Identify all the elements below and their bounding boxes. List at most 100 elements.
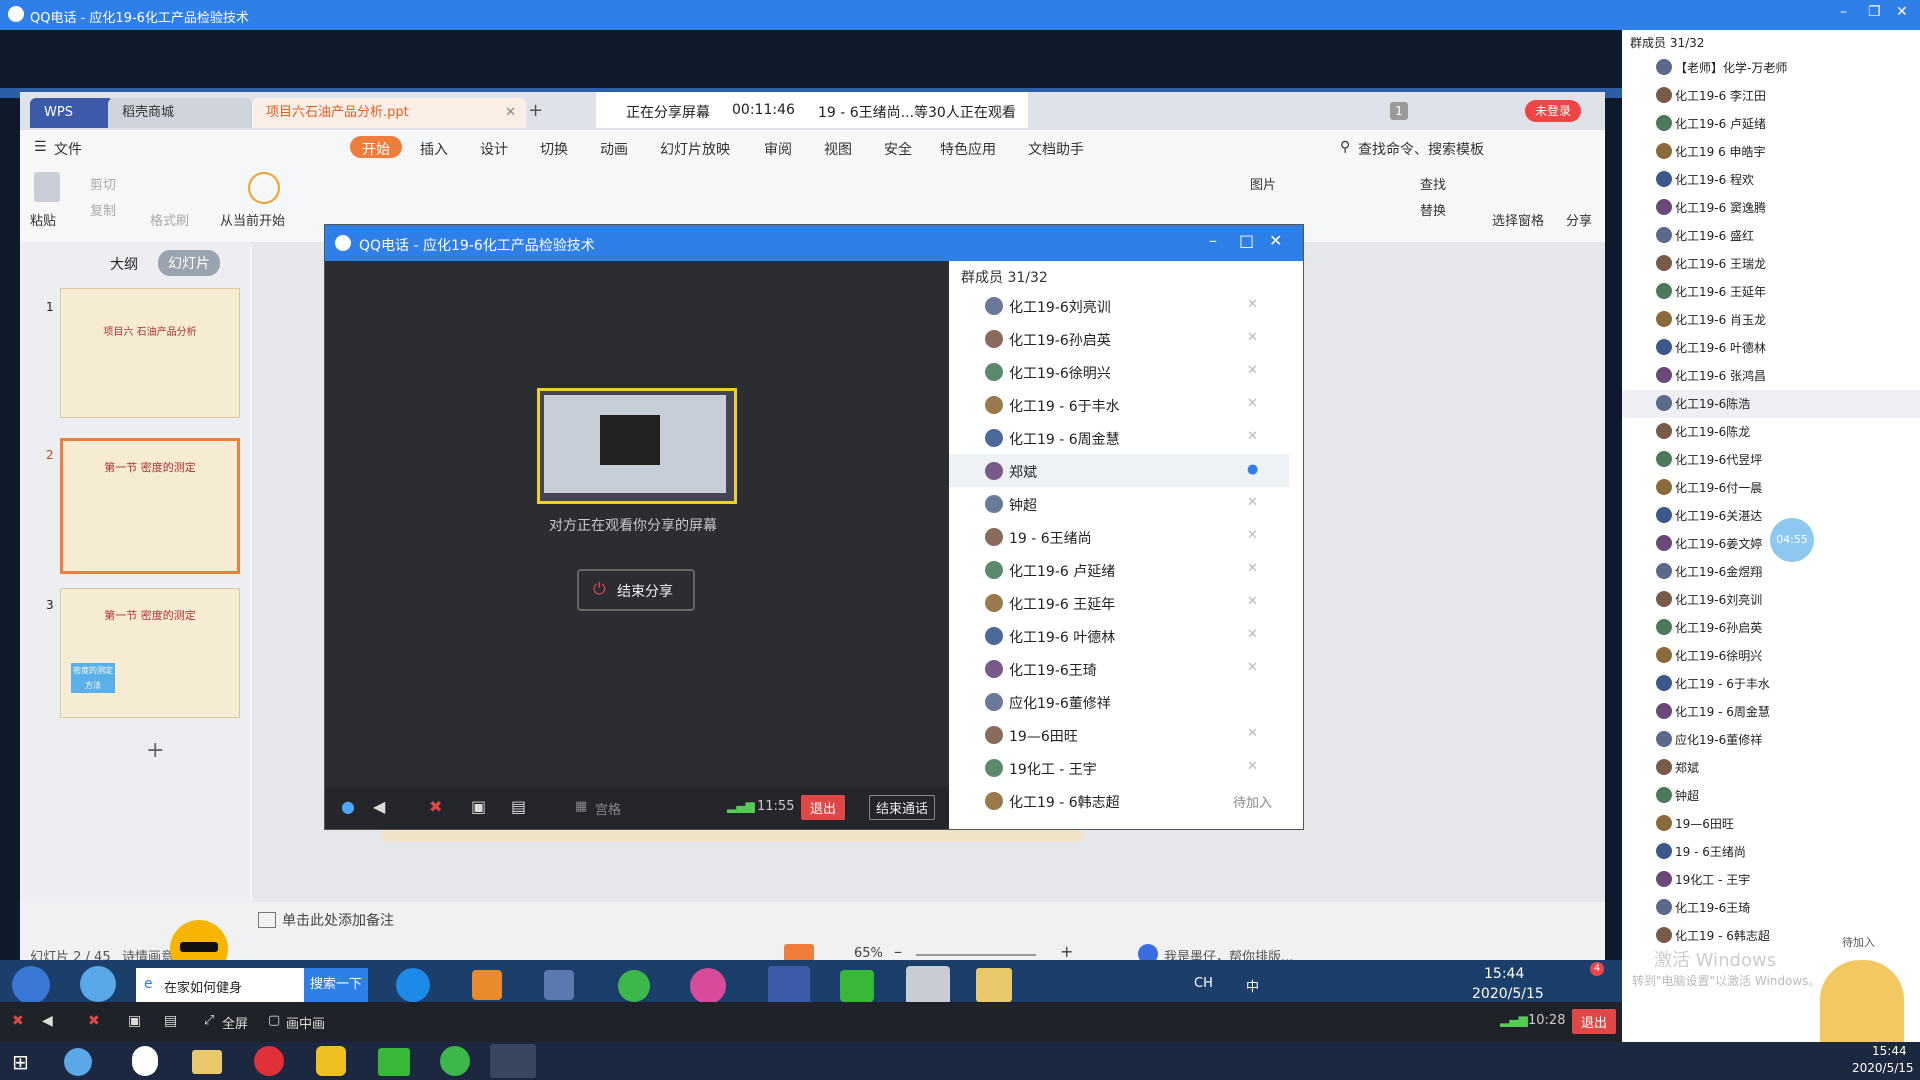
add-slide-button[interactable]: + bbox=[146, 738, 164, 763]
zoom-in-button[interactable]: + bbox=[1060, 942, 1073, 961]
play-from-current-icon[interactable] bbox=[248, 172, 280, 204]
sidebar-member-row[interactable]: 应化19-6董修祥 bbox=[1622, 726, 1920, 754]
pip-label[interactable]: 画中画 bbox=[286, 1013, 325, 1032]
paste-button[interactable]: 粘贴 bbox=[30, 210, 56, 229]
end-share-button[interactable]: ⏻ 结束分享 bbox=[577, 569, 695, 611]
tray-lang[interactable]: CH bbox=[1194, 976, 1213, 991]
window-count-badge[interactable]: 1 bbox=[1390, 102, 1408, 120]
sidebar-member-row[interactable]: 化工19-6陈浩 bbox=[1622, 390, 1920, 418]
sidebar-member-row[interactable]: 化工19-6徐明兴 bbox=[1622, 642, 1920, 670]
media-player-icon[interactable] bbox=[472, 970, 502, 1000]
g-app-icon[interactable] bbox=[316, 1046, 346, 1076]
screen-share-icon[interactable]: ▣ bbox=[471, 797, 486, 816]
microphone-icon[interactable]: ● bbox=[341, 797, 355, 816]
member-row[interactable]: 化工19-6王琦 ✕ bbox=[949, 652, 1289, 685]
sidebar-member-row[interactable]: 化工19-6刘亮训 bbox=[1622, 586, 1920, 614]
fullscreen-icon[interactable]: ⤢ bbox=[204, 1013, 214, 1028]
menu-transition[interactable]: 切换 bbox=[540, 139, 568, 159]
speaker-icon[interactable]: ◀ bbox=[373, 797, 385, 816]
copy-button[interactable]: 复制 bbox=[90, 200, 116, 219]
sidebar-member-row[interactable]: 化工19-6 程欢 bbox=[1622, 166, 1920, 194]
sidebar-member-row[interactable]: 化工19-6代昱坪 bbox=[1622, 446, 1920, 474]
iqiyi-icon[interactable] bbox=[378, 1048, 410, 1076]
tab-ppt-document[interactable]: 项目六石油产品分析.ppt ✕ bbox=[252, 98, 526, 128]
qq-penguin-icon[interactable] bbox=[132, 1046, 158, 1076]
member-row[interactable]: 19 - 6王绪尚 ✕ bbox=[949, 520, 1289, 553]
green-app-icon[interactable] bbox=[440, 1046, 470, 1076]
sidebar-member-row[interactable]: 化工19-6付一晨 bbox=[1622, 474, 1920, 502]
presenter-icon[interactable]: ▤ bbox=[511, 797, 526, 816]
hamburger-icon[interactable]: ☰ bbox=[34, 139, 47, 155]
sidebar-member-row[interactable]: 郑斌 bbox=[1622, 754, 1920, 782]
member-row[interactable]: 化工19-6孙启英 ✕ bbox=[949, 322, 1289, 355]
camera-off-icon[interactable]: ✖ bbox=[429, 797, 442, 816]
notification-badge[interactable]: 4 bbox=[1590, 962, 1604, 976]
slide-thumbnail-3[interactable]: 第一节 密度的测定 密度的测定方法 bbox=[60, 588, 240, 718]
search-button[interactable]: 搜索一下 bbox=[304, 968, 368, 1002]
menu-home[interactable]: 开始 bbox=[362, 139, 390, 159]
restore-button[interactable]: ❐ bbox=[1868, 4, 1881, 20]
files-icon[interactable] bbox=[544, 970, 574, 1000]
menu-design[interactable]: 设计 bbox=[480, 139, 508, 159]
start-orb-icon[interactable] bbox=[12, 966, 50, 1002]
member-row[interactable]: 化工19-6徐明兴 ✕ bbox=[949, 355, 1289, 388]
dialog-minimize-button[interactable]: – bbox=[1209, 231, 1217, 250]
folder-icon[interactable] bbox=[976, 968, 1012, 1002]
sidebar-member-row[interactable]: 化工19-6 王延年 bbox=[1622, 278, 1920, 306]
member-row[interactable]: 化工19-6 叶德林 ✕ bbox=[949, 619, 1289, 652]
sidebar-member-row[interactable]: 化工19-6 张鸿昌 bbox=[1622, 362, 1920, 390]
share-button[interactable]: 分享 bbox=[1566, 210, 1592, 229]
minimize-button[interactable]: – bbox=[1840, 4, 1847, 20]
colorful-app-icon[interactable] bbox=[690, 968, 726, 1002]
floating-timer-bubble[interactable]: 04:55 bbox=[1770, 518, 1814, 562]
menu-view[interactable]: 视图 bbox=[824, 139, 852, 159]
sidebar-member-row[interactable]: 19 - 6王绪尚 bbox=[1622, 838, 1920, 866]
sidebar-member-row[interactable]: 化工19 6 申皓宇 bbox=[1622, 138, 1920, 166]
from-current-button[interactable]: 从当前开始 bbox=[220, 210, 285, 229]
zoom-out-button[interactable]: – bbox=[894, 942, 902, 961]
ie-icon[interactable] bbox=[396, 968, 430, 1002]
classroom-app-icon[interactable] bbox=[490, 1044, 536, 1078]
tray-ime[interactable]: 中 bbox=[1246, 976, 1259, 995]
dialog-close-button[interactable]: ✕ bbox=[1269, 231, 1282, 250]
green-app-icon[interactable] bbox=[618, 970, 650, 1002]
control-exit-button[interactable]: 退出 bbox=[1572, 1009, 1617, 1034]
member-row[interactable]: 钟超 ✕ bbox=[949, 487, 1289, 520]
member-row[interactable]: 应化19-6董修祥 bbox=[949, 685, 1289, 718]
menu-doc-assistant[interactable]: 文档助手 bbox=[1028, 139, 1084, 159]
exit-button[interactable]: 退出 bbox=[801, 795, 846, 820]
select-pane-button[interactable]: 选择窗格 bbox=[1492, 210, 1544, 229]
taskbar-search-box[interactable]: e 在家如何健身 bbox=[136, 968, 304, 1002]
sidebar-member-row[interactable]: 化工19-6金煜翔 bbox=[1622, 558, 1920, 586]
menu-slideshow[interactable]: 幻灯片放映 bbox=[660, 139, 730, 159]
sidebar-member-row[interactable]: 化工19-6孙启英 bbox=[1622, 614, 1920, 642]
find-button[interactable]: 查找 bbox=[1420, 174, 1446, 193]
menu-file[interactable]: 文件 bbox=[54, 139, 82, 159]
slide-thumbnail-2-selected[interactable]: 第一节 密度的测定 bbox=[60, 438, 240, 574]
speaker-icon[interactable]: ◀ bbox=[42, 1013, 53, 1029]
close-button[interactable]: ✕ bbox=[1896, 4, 1908, 20]
sidebar-member-row[interactable]: 化工19-6关湛达 bbox=[1622, 502, 1920, 530]
sidebar-member-row[interactable]: 化工19-6 叶德林 bbox=[1622, 334, 1920, 362]
member-row[interactable]: 化工19-6刘亮训 ✕ bbox=[949, 289, 1289, 322]
new-tab-button[interactable]: + bbox=[528, 100, 543, 121]
sidebar-member-row[interactable]: 化工19-6 窦逸腾 bbox=[1622, 194, 1920, 222]
paste-icon[interactable] bbox=[34, 172, 60, 202]
sidebar-member-row[interactable]: 钟超 bbox=[1622, 782, 1920, 810]
menu-special[interactable]: 特色应用 bbox=[940, 139, 996, 159]
wps-taskbar-icon[interactable] bbox=[768, 966, 810, 1002]
outline-tab[interactable]: 大纲 bbox=[110, 254, 138, 274]
login-button[interactable]: 未登录 bbox=[1525, 100, 1582, 122]
classroom-app-icon[interactable] bbox=[906, 966, 950, 1002]
sidebar-member-row[interactable]: 化工19-6 卢延绪 bbox=[1622, 110, 1920, 138]
sidebar-member-row[interactable]: 化工19-6 肖玉龙 bbox=[1622, 306, 1920, 334]
sidebar-member-row[interactable]: 化工19 - 6周金慧 bbox=[1622, 698, 1920, 726]
tab-docer[interactable]: 稻壳商城 bbox=[108, 98, 252, 128]
sidebar-member-row[interactable]: 化工19-6 李江田 bbox=[1622, 82, 1920, 110]
menu-review[interactable]: 审阅 bbox=[764, 139, 792, 159]
slides-tab[interactable]: 幻灯片 bbox=[158, 250, 220, 276]
mic-muted-icon[interactable]: ✖ bbox=[12, 1013, 24, 1029]
member-row[interactable]: 19化工 - 王宇 ✕ bbox=[949, 751, 1289, 784]
dialog-maximize-button[interactable]: □ bbox=[1239, 231, 1254, 250]
sidebar-member-row[interactable]: 19—6田旺 bbox=[1622, 810, 1920, 838]
